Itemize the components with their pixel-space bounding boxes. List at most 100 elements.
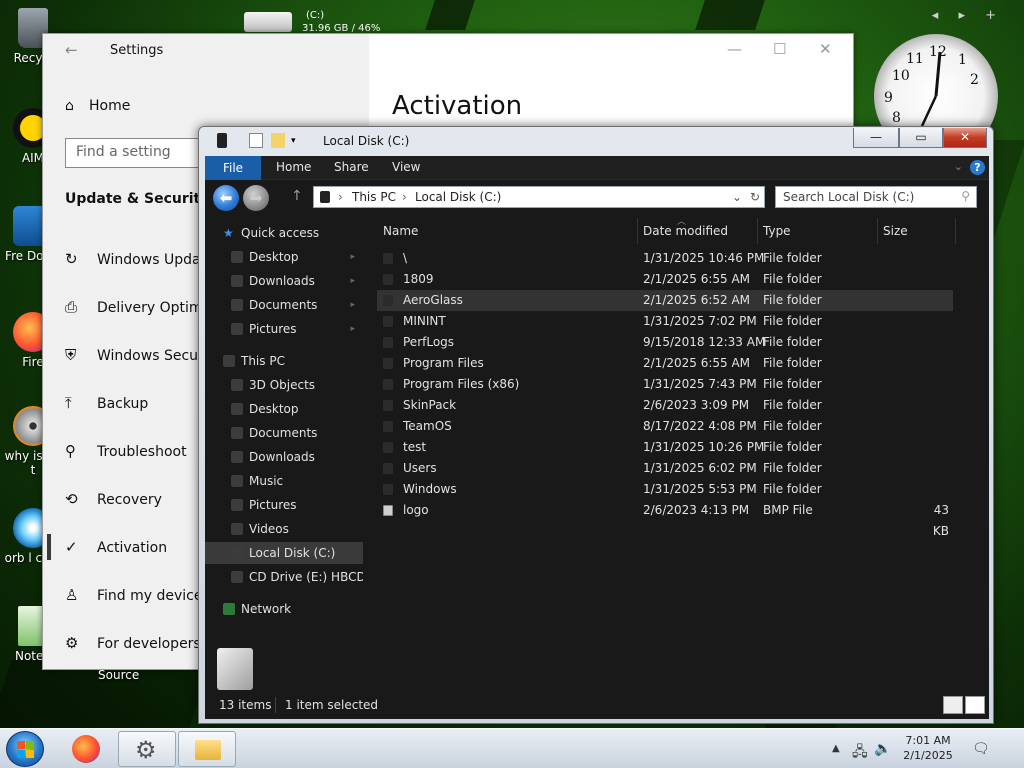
- nav-pane-item[interactable]: CD Drive (E:) HBCD_: [205, 566, 363, 588]
- column-type[interactable]: Type: [763, 224, 791, 238]
- breadcrumb-this-pc[interactable]: This PC: [352, 190, 396, 204]
- taskbar-settings[interactable]: ⚙: [118, 731, 176, 767]
- explorer-titlebar[interactable]: ▾ Local Disk (C:): [207, 127, 847, 155]
- nav-activation[interactable]: ✓ Activation: [46, 534, 167, 560]
- nav-pane-item[interactable]: Documents: [205, 422, 363, 444]
- search-input[interactable]: Search Local Disk (C:) ⚲: [775, 186, 977, 208]
- nav-pane-item[interactable]: This PC: [205, 350, 363, 372]
- column-divider[interactable]: [757, 218, 758, 244]
- file-name: MININT: [403, 314, 446, 328]
- network-icon[interactable]: 🖧: [852, 741, 868, 765]
- nav-find-my-device[interactable]: ♙ Find my device: [65, 586, 203, 604]
- up-arrow-icon[interactable]: ↑: [291, 188, 303, 204]
- nav-windows-update[interactable]: ↻ Windows Update: [65, 250, 215, 268]
- back-button[interactable]: ⬅: [213, 185, 239, 211]
- column-divider[interactable]: [637, 218, 638, 244]
- search-icon: ⚲: [961, 189, 970, 203]
- taskbar-file-explorer[interactable]: [178, 731, 236, 767]
- pin-icon[interactable]: ▸: [350, 270, 355, 292]
- nav-pane-item[interactable]: Downloads: [205, 446, 363, 468]
- file-row[interactable]: Users 1/31/2025 6:02 PM File folder: [377, 458, 953, 479]
- tab-file[interactable]: File: [205, 156, 261, 180]
- column-name[interactable]: Name: [383, 224, 418, 238]
- details-view-button[interactable]: [943, 696, 963, 714]
- minimize-button[interactable]: —: [853, 128, 899, 148]
- desktop-nav-arrows[interactable]: ◂ ▸ +: [932, 8, 1004, 23]
- column-size[interactable]: Size: [883, 224, 908, 238]
- nav-pane-item[interactable]: Downloads ▸: [205, 270, 363, 292]
- volume-icon[interactable]: 🔈: [874, 741, 891, 757]
- file-row[interactable]: TeamOS 8/17/2022 4:08 PM File folder: [377, 416, 953, 437]
- file-row[interactable]: PerfLogs 9/15/2018 12:33 AM File folder: [377, 332, 953, 353]
- column-date-modified[interactable]: Date modified: [643, 224, 728, 238]
- pin-icon[interactable]: ▸: [350, 318, 355, 340]
- nav-recovery[interactable]: ⟲ Recovery: [65, 490, 162, 508]
- file-row[interactable]: Program Files 2/1/2025 6:55 AM File folder: [377, 353, 953, 374]
- taskbar-clock[interactable]: 7:01 AM 2/1/2025: [892, 733, 964, 763]
- nav-label: Find my device: [97, 588, 203, 604]
- notification-icon[interactable]: 🗨: [972, 741, 990, 757]
- settings-home[interactable]: ⌂ Home: [65, 98, 130, 114]
- new-folder-icon[interactable]: [271, 133, 285, 148]
- customize-toolbar-chevron-icon[interactable]: ▾: [291, 136, 305, 151]
- file-row[interactable]: logo 2/6/2023 4:13 PM BMP File 43 KB: [377, 500, 953, 538]
- file-explorer-window[interactable]: ▾ Local Disk (C:) — ▭ ✕ File Home Share …: [198, 126, 994, 724]
- backup-icon: ⤒: [65, 394, 72, 412]
- nav-pane-item[interactable]: Documents ▸: [205, 294, 363, 316]
- nav-pane-item[interactable]: Pictures: [205, 494, 363, 516]
- refresh-icon[interactable]: ↻: [750, 190, 760, 204]
- address-dropdown-icon[interactable]: ⌄: [732, 190, 742, 204]
- column-divider[interactable]: [955, 218, 956, 244]
- maximize-button[interactable]: ☐: [773, 40, 786, 58]
- nav-backup[interactable]: ⤒ Backup: [65, 394, 148, 412]
- expand-ribbon-chevron-icon[interactable]: ⌄: [954, 160, 963, 173]
- tab-share[interactable]: Share: [334, 160, 369, 174]
- column-divider[interactable]: [877, 218, 878, 244]
- minimize-button[interactable]: —: [727, 40, 742, 58]
- network-icon: [223, 603, 235, 615]
- file-row[interactable]: Windows 1/31/2025 5:53 PM File folder: [377, 479, 953, 500]
- pin-icon[interactable]: ▸: [350, 294, 355, 316]
- tab-home[interactable]: Home: [276, 160, 311, 174]
- nav-windows-security[interactable]: ⛨ Windows Securit: [65, 346, 213, 364]
- file-row[interactable]: \ 1/31/2025 10:46 PM File folder: [377, 248, 953, 269]
- properties-icon[interactable]: [249, 133, 263, 148]
- forward-button[interactable]: ➡: [243, 185, 269, 211]
- nav-pane-item[interactable]: Desktop: [205, 398, 363, 420]
- nav-pane-item[interactable]: Network: [205, 598, 363, 620]
- tab-view[interactable]: View: [392, 160, 420, 174]
- nav-pane-label: 3D Objects: [249, 378, 316, 392]
- file-row[interactable]: MININT 1/31/2025 7:02 PM File folder: [377, 311, 953, 332]
- close-button[interactable]: ✕: [943, 128, 987, 148]
- nav-pane-item[interactable]: Desktop ▸: [205, 246, 363, 268]
- taskbar-firefox[interactable]: [58, 731, 116, 767]
- nav-delivery-optimization[interactable]: ⎙ Delivery Optimiz: [65, 298, 214, 316]
- back-arrow-icon[interactable]: ←: [65, 41, 78, 59]
- nav-pane-item[interactable]: Videos: [205, 518, 363, 540]
- nav-pane-item[interactable]: Music: [205, 470, 363, 492]
- file-row[interactable]: 1809 2/1/2025 6:55 AM File folder: [377, 269, 953, 290]
- maximize-button[interactable]: ▭: [899, 128, 943, 148]
- nav-label: Delivery Optimiz: [97, 300, 214, 316]
- address-bar[interactable]: › This PC › Local Disk (C:) ⌄ ↻: [313, 186, 765, 208]
- file-row[interactable]: SkinPack 2/6/2023 3:09 PM File folder: [377, 395, 953, 416]
- nav-pane-item[interactable]: ★ Quick access: [205, 222, 363, 244]
- start-button[interactable]: [6, 731, 44, 767]
- settings-titlebar[interactable]: ← Settings — ☐ ✕: [43, 34, 853, 66]
- file-row[interactable]: test 1/31/2025 10:26 PM File folder: [377, 437, 953, 458]
- nav-troubleshoot[interactable]: ⚲ Troubleshoot: [65, 442, 187, 460]
- show-hidden-icons-chevron-icon[interactable]: ▲: [832, 743, 840, 754]
- file-row[interactable]: Program Files (x86) 1/31/2025 7:43 PM File…: [377, 374, 953, 395]
- nav-pane-item[interactable]: Pictures ▸: [205, 318, 363, 340]
- nav-pane-item[interactable]: 3D Objects: [205, 374, 363, 396]
- pin-icon[interactable]: ▸: [350, 246, 355, 268]
- file-date: 2/1/2025 6:55 AM: [643, 356, 751, 370]
- file-row[interactable]: AeroGlass 2/1/2025 6:52 AM File folder: [377, 290, 953, 311]
- large-icons-view-button[interactable]: [965, 696, 985, 714]
- breadcrumb-local-disk[interactable]: Local Disk (C:): [415, 190, 501, 204]
- nav-for-developers[interactable]: ⚙ For developers: [65, 634, 201, 652]
- close-button[interactable]: ✕: [819, 40, 832, 58]
- nav-pane-item[interactable]: Local Disk (C:): [205, 542, 363, 564]
- help-icon[interactable]: ?: [970, 160, 985, 175]
- check-circle-icon: ✓: [65, 538, 78, 556]
